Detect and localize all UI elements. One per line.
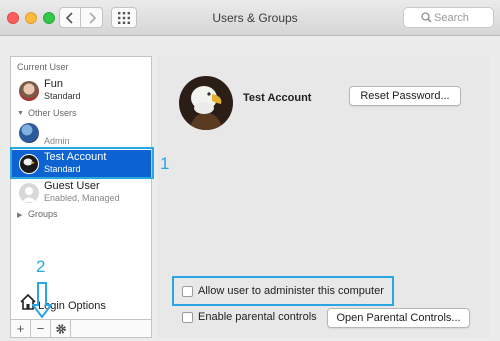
callout-box-test-account (10, 147, 154, 179)
user-row-admin[interactable]: Admin (11, 119, 151, 147)
remove-user-button[interactable]: − (31, 320, 51, 337)
open-parental-controls-button[interactable]: Open Parental Controls... (327, 308, 470, 328)
gear-icon (55, 323, 66, 334)
user-row-guest[interactable]: Guest User Enabled, Managed (11, 179, 151, 207)
person-icon (22, 187, 36, 202)
groups-header[interactable]: Groups (28, 209, 58, 219)
callout-box-allow-admin (172, 276, 394, 306)
show-all-button[interactable] (111, 7, 137, 28)
close-window-button[interactable] (7, 12, 19, 24)
chevron-left-icon (66, 11, 73, 24)
reset-password-button[interactable]: Reset Password... (349, 86, 461, 106)
caret-right-icon[interactable]: ▶ (17, 211, 22, 219)
avatar (19, 183, 39, 203)
other-users-header: Other Users (28, 108, 77, 118)
user-row-fun[interactable]: Fun Standard (11, 77, 151, 105)
title-bar: Users & Groups Search (0, 0, 500, 36)
callout-number: 2 (36, 257, 46, 276)
minimize-window-button[interactable] (25, 12, 37, 24)
user-role: Enabled, Managed (44, 193, 120, 203)
plus-icon: + (16, 321, 25, 336)
avatar (19, 81, 39, 101)
back-button[interactable] (59, 7, 81, 28)
minus-icon: − (36, 321, 45, 336)
zoom-window-button[interactable] (43, 12, 55, 24)
action-menu-button[interactable] (51, 320, 71, 337)
account-picture[interactable] (179, 76, 233, 130)
search-placeholder: Search (434, 11, 469, 24)
user-role: Admin (44, 136, 70, 146)
forward-button[interactable] (81, 7, 103, 28)
parental-controls-label: Enable parental controls (198, 311, 317, 323)
caret-down-icon[interactable]: ▼ (17, 110, 24, 117)
search-input[interactable]: Search (403, 7, 494, 28)
search-icon (421, 12, 432, 23)
callout-number: 1 (160, 154, 170, 173)
sidebar-toolbar: + − (10, 320, 152, 338)
parental-controls-row[interactable]: Enable parental controls (182, 311, 317, 323)
grid-icon (118, 11, 130, 24)
user-name: Fun (44, 78, 63, 90)
add-user-button[interactable]: + (11, 320, 31, 337)
current-user-header: Current User (17, 62, 69, 72)
user-name: Guest User (44, 180, 100, 192)
user-role: Standard (44, 91, 81, 101)
eagle-icon (179, 76, 233, 130)
avatar (19, 123, 39, 143)
chevron-right-icon (88, 11, 96, 24)
arrow-down-icon (32, 282, 52, 319)
window-title: Users & Groups (212, 11, 298, 25)
parental-controls-checkbox[interactable] (182, 311, 193, 323)
account-name: Test Account (243, 92, 312, 104)
